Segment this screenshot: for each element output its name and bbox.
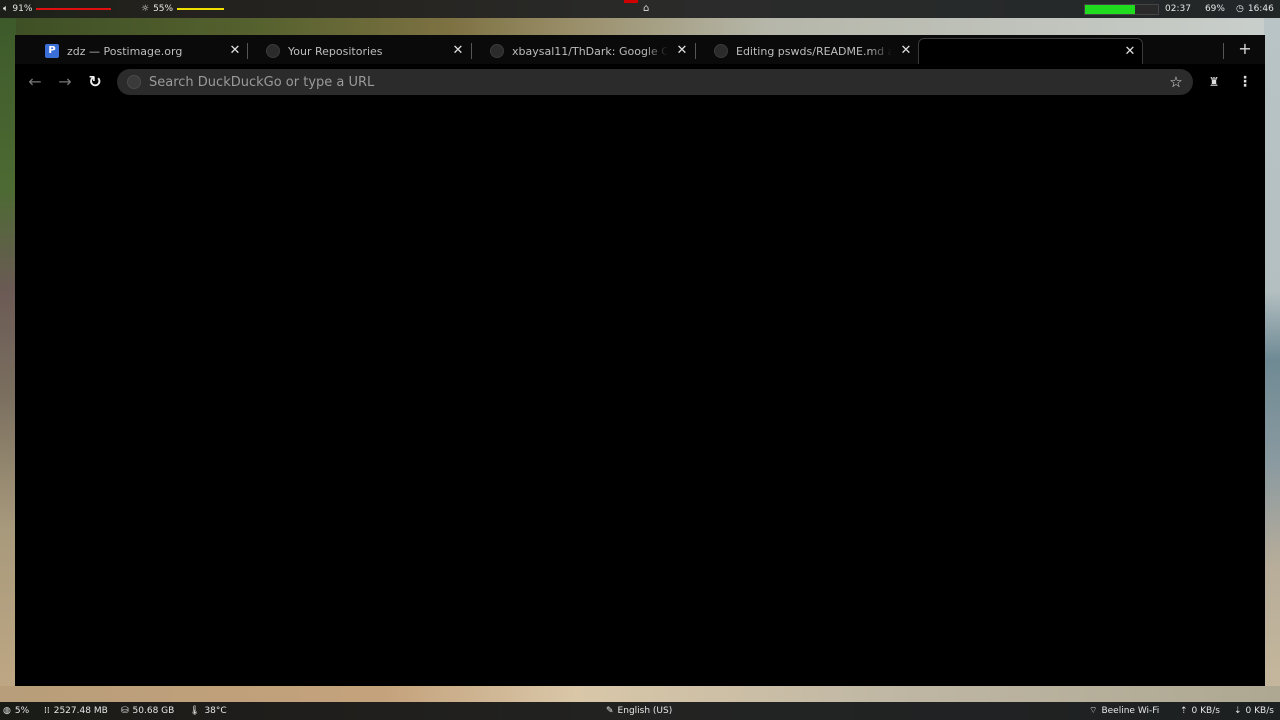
wallpaper-top (0, 18, 1280, 36)
github-icon (490, 44, 504, 58)
arrow-left-icon: ← (28, 72, 42, 91)
omnibox[interactable]: ☆ (117, 69, 1193, 95)
thermometer-icon: 🌡︎ (189, 706, 201, 716)
tab-separator (1223, 43, 1224, 59)
battery-indicator (1084, 4, 1159, 15)
tab-editing-readme[interactable]: Editing pswds/README.md at master ✕ (696, 38, 918, 64)
star-icon[interactable]: ☆ (1167, 73, 1185, 91)
upload-icon: ⇡ (1180, 706, 1188, 716)
battery-time: 02:37 (1165, 4, 1191, 14)
tab-title: Your Repositories (288, 44, 383, 58)
tab-strip: P zdz — Postimage.org ✕ Your Repositorie… (15, 35, 1265, 64)
memory-icon: ⁞⁞ (44, 706, 50, 716)
memory-value: 2527.48 MB (53, 706, 108, 716)
download-indicator: ⇣ 0 KB/s (1234, 706, 1274, 716)
download-icon: ⇣ (1234, 706, 1242, 716)
close-icon[interactable]: ✕ (674, 43, 690, 59)
close-icon[interactable]: ✕ (1122, 44, 1138, 60)
brightness-value: 55% (153, 4, 174, 14)
github-icon (266, 44, 280, 58)
download-value: 0 KB/s (1245, 706, 1274, 716)
tab-title: zdz — Postimage.org (67, 44, 183, 58)
back-button[interactable]: ← (26, 73, 44, 91)
github-icon[interactable]: ⌂ (643, 3, 653, 14)
clock[interactable]: ◷ 16:46 (1236, 4, 1274, 14)
new-tab-button[interactable]: + (1236, 40, 1254, 58)
wallpaper-left (0, 18, 16, 702)
github-icon (714, 44, 728, 58)
disk-icon: ⛁ (121, 706, 129, 716)
keyboard-layout-value: English (US) (617, 706, 673, 716)
battery-level-fill (1085, 5, 1136, 14)
menu-icon[interactable]: ⋮ (1236, 73, 1254, 91)
upload-value: 0 KB/s (1191, 706, 1220, 716)
tab-postimage[interactable]: P zdz — Postimage.org ✕ (27, 38, 247, 64)
tab-thdark[interactable]: xbaysal11/ThDark: Google Chrome ✕ (472, 38, 694, 64)
cpu-indicator: ◍ 5% (3, 706, 29, 716)
upload-indicator: ⇡ 0 KB/s (1180, 706, 1220, 716)
wifi-name: Beeline Wi-Fi (1101, 706, 1160, 716)
tab-new-active[interactable]: ✕ (918, 38, 1143, 64)
tab-title: xbaysal11/ThDark: Google Chrome (512, 44, 668, 58)
postimage-icon: P (45, 44, 59, 58)
clock-time: 16:46 (1247, 4, 1274, 14)
page-content[interactable] (15, 100, 1265, 686)
volume-indicator[interactable]: 🔈︎ 91% (3, 4, 112, 14)
workspace-indicator[interactable] (624, 0, 638, 3)
battery-percent: 69% (1204, 4, 1225, 14)
disk-value: 50.68 GB (132, 706, 175, 716)
battery-status: 02:37 69% (1165, 4, 1225, 14)
volume-icon: 🔈︎ (3, 4, 9, 14)
cpu-icon: ◍ (3, 706, 11, 716)
brightness-indicator[interactable]: ☼ 55% (141, 4, 225, 14)
disk-indicator: ⛁ 50.68 GB (121, 706, 174, 716)
brightness-level-bar (177, 8, 225, 10)
close-icon[interactable]: ✕ (450, 43, 466, 59)
brightness-icon: ☼ (141, 4, 150, 14)
browser-window: P zdz — Postimage.org ✕ Your Repositorie… (15, 35, 1265, 686)
cpu-value: 5% (14, 706, 30, 716)
wallpaper-right (1264, 18, 1280, 702)
volume-value: 91% (12, 4, 33, 14)
temperature-indicator: 🌡︎ 38°C (189, 706, 227, 716)
reload-icon: ↻ (88, 72, 102, 91)
tab-title: Editing pswds/README.md at master (736, 44, 892, 58)
close-icon[interactable]: ✕ (898, 43, 914, 59)
volume-level-bar (36, 8, 112, 10)
extension-icon[interactable]: ♜ (1205, 73, 1223, 91)
forward-button[interactable]: → (56, 73, 74, 91)
address-input[interactable] (149, 71, 1167, 93)
tab-your-repositories[interactable]: Your Repositories ✕ (248, 38, 470, 64)
wifi-indicator[interactable]: ⌔ Beeline Wi-Fi (1089, 706, 1159, 716)
memory-indicator: ⁞⁞ 2527.48 MB (44, 706, 108, 716)
keyboard-layout-indicator[interactable]: ✎ English (US) (606, 706, 672, 716)
reload-button[interactable]: ↻ (86, 73, 104, 91)
clock-icon: ◷ (1236, 4, 1244, 14)
arrow-right-icon: → (58, 72, 72, 91)
wifi-icon: ⌔ (1089, 706, 1098, 716)
github-icon (127, 75, 141, 89)
top-panel: 🔈︎ 91% ☼ 55% ⌂ 02:37 69% ◷ 16:46 (0, 0, 1280, 18)
wallpaper-bottom (0, 686, 1280, 702)
browser-toolbar: ← → ↻ ☆ ♜ ⋮ (15, 64, 1265, 100)
close-icon[interactable]: ✕ (227, 43, 243, 59)
temperature-value: 38°C (204, 706, 227, 716)
pencil-icon: ✎ (606, 706, 614, 716)
bottom-panel: ◍ 5% ⁞⁞ 2527.48 MB ⛁ 50.68 GB 🌡︎ 38°C ✎ … (0, 702, 1280, 720)
